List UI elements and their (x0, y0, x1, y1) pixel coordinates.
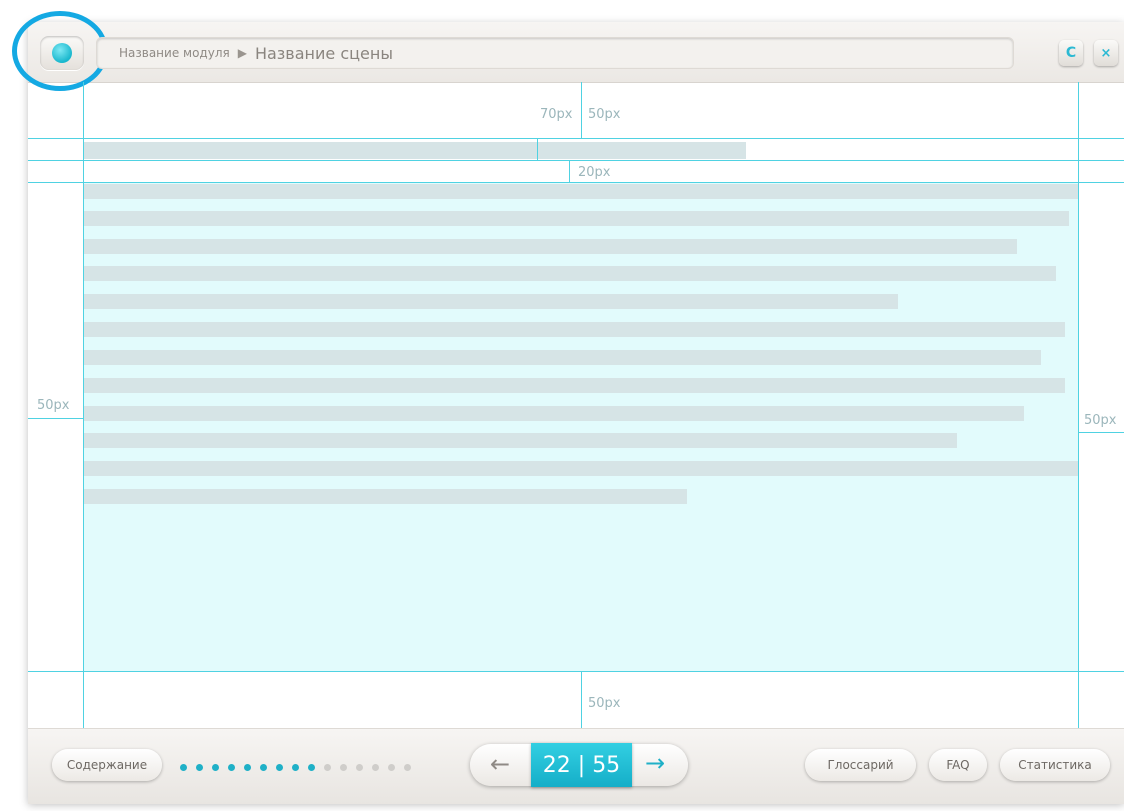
progress-dot[interactable] (244, 764, 251, 771)
progress-dot[interactable] (404, 764, 411, 771)
glossary-button[interactable]: Глоссарий (805, 749, 916, 781)
guide-left-marker (28, 418, 83, 419)
progress-dot[interactable] (388, 764, 395, 771)
guide-20-vertical (569, 160, 570, 182)
statistics-button[interactable]: Статистика (1000, 749, 1110, 781)
measure-label-50-left: 50px (37, 398, 70, 413)
contents-button-label: Содержание (66, 758, 148, 772)
text-line-placeholder (84, 350, 1041, 365)
guide-h2 (28, 160, 1124, 161)
text-line-placeholder (84, 322, 1065, 337)
progress-dot[interactable] (292, 764, 299, 771)
guide-right (1078, 82, 1079, 802)
refresh-button[interactable]: C (1059, 40, 1083, 66)
progress-dot[interactable] (356, 764, 363, 771)
progress-dot[interactable] (276, 764, 283, 771)
glossary-button-label: Глоссарий (827, 758, 894, 772)
text-line-placeholder (84, 489, 687, 504)
progress-dot[interactable] (324, 764, 331, 771)
guide-70-vertical (537, 138, 538, 160)
breadcrumb-module[interactable]: Название модуля (119, 46, 230, 60)
text-line-placeholder (84, 294, 898, 309)
text-line-placeholder (84, 211, 1069, 226)
text-line-placeholder (84, 461, 1078, 476)
measure-label-50-bottom: 50px (588, 696, 621, 711)
guide-h3 (28, 182, 1124, 183)
measure-label-50-top: 50px (588, 107, 621, 122)
guide-h4 (28, 671, 1124, 672)
guide-left (83, 82, 84, 802)
refresh-icon: C (1065, 45, 1077, 61)
progress-dots (180, 764, 411, 771)
breadcrumb-scene: Название сцены (254, 43, 393, 63)
measure-label-70: 70px (540, 107, 573, 122)
close-icon: × (1100, 45, 1112, 61)
next-arrow-icon[interactable]: → (645, 749, 665, 777)
contents-button[interactable]: Содержание (52, 749, 162, 781)
text-line-placeholder (84, 378, 1065, 393)
page-counter: 22 | 55 (531, 743, 632, 787)
progress-dot[interactable] (340, 764, 347, 771)
progress-dot[interactable] (180, 764, 187, 771)
faq-button-label: FAQ (946, 758, 970, 772)
measure-label-50-right: 50px (1084, 413, 1117, 428)
guide-top-vertical (581, 82, 582, 138)
prev-arrow-icon[interactable]: ← (490, 750, 510, 778)
progress-dot[interactable] (212, 764, 219, 771)
text-line-placeholder (84, 184, 1078, 199)
text-line-placeholder (84, 406, 1024, 421)
statistics-button-label: Статистика (1018, 758, 1092, 772)
close-button[interactable]: × (1094, 40, 1118, 66)
text-line-placeholder (84, 266, 1056, 281)
breadcrumb: Название модуля ▶ Название сцены (96, 37, 1014, 69)
progress-dot[interactable] (228, 764, 235, 771)
highlight-ring (12, 11, 108, 91)
text-line-placeholder (84, 433, 957, 448)
heading-placeholder (84, 142, 746, 159)
progress-dot[interactable] (196, 764, 203, 771)
progress-dot[interactable] (372, 764, 379, 771)
page-counter-text: 22 | 55 (542, 752, 621, 778)
measure-label-20: 20px (578, 165, 611, 180)
text-line-placeholder (84, 239, 1017, 254)
content-area (84, 182, 1078, 671)
breadcrumb-arrow-icon: ▶ (237, 46, 247, 60)
progress-dot[interactable] (308, 764, 315, 771)
guide-bottom-vertical (581, 671, 582, 728)
guide-h1 (28, 138, 1124, 139)
faq-button[interactable]: FAQ (929, 749, 987, 781)
progress-dot[interactable] (260, 764, 267, 771)
guide-right-marker (1078, 432, 1124, 433)
